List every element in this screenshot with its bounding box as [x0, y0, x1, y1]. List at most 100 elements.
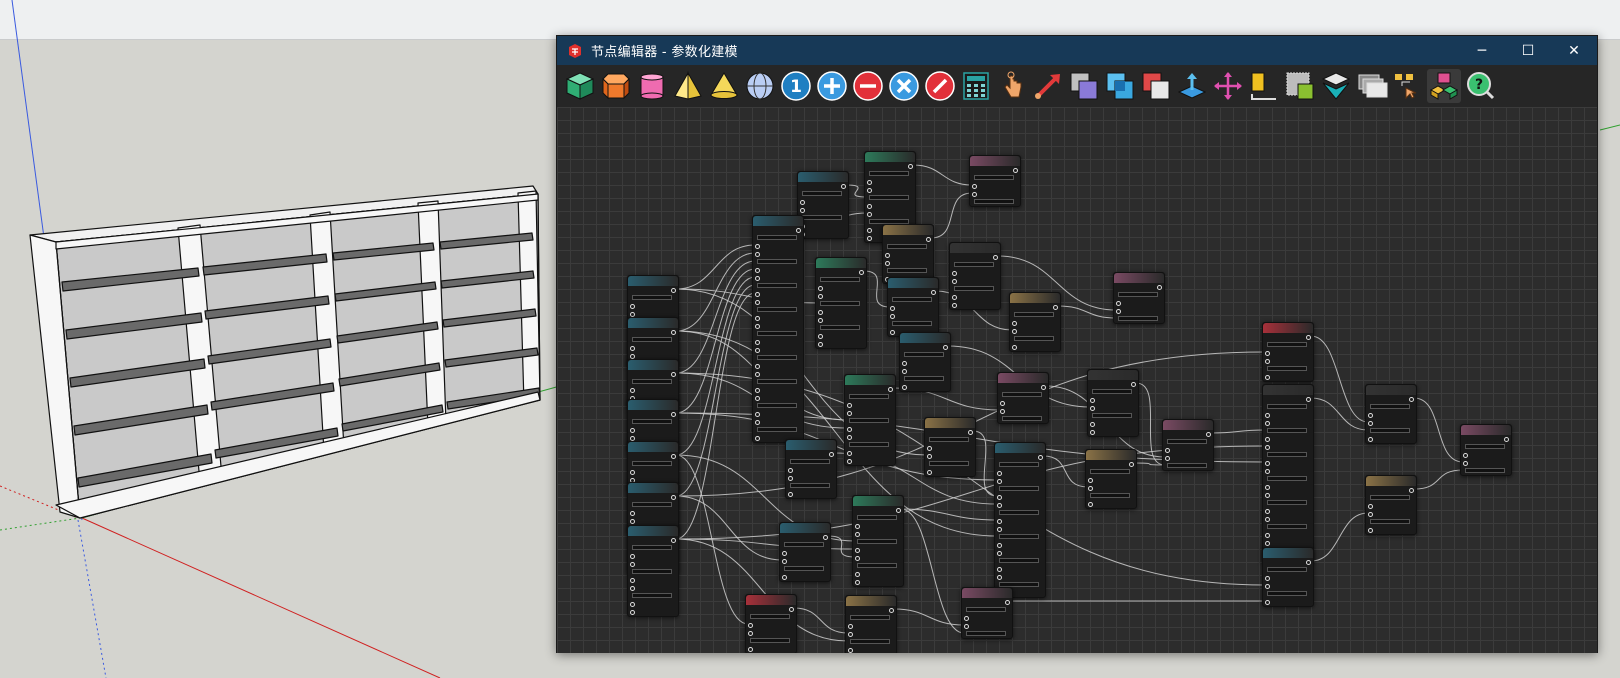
- graph-node-field[interactable]: [857, 539, 897, 544]
- input-pin[interactable]: [755, 411, 760, 417]
- graph-node-field[interactable]: [1267, 567, 1307, 572]
- input-pin[interactable]: [755, 435, 760, 441]
- graph-node[interactable]: [1085, 449, 1137, 509]
- graph-node[interactable]: [969, 155, 1021, 207]
- graph-node-field[interactable]: [974, 199, 1014, 204]
- graph-node-header[interactable]: [970, 156, 1020, 166]
- graph-node-field[interactable]: [757, 259, 797, 264]
- input-pin[interactable]: [847, 402, 852, 408]
- graph-node-field[interactable]: [820, 277, 860, 282]
- input-pin[interactable]: [927, 453, 932, 459]
- graph-node[interactable]: [1262, 547, 1314, 607]
- output-pin[interactable]: [671, 329, 676, 335]
- graph-node-field[interactable]: [757, 427, 797, 432]
- input-pin[interactable]: [1463, 460, 1468, 466]
- input-pin[interactable]: [1265, 516, 1270, 522]
- input-pin[interactable]: [748, 646, 753, 652]
- input-pin[interactable]: [630, 577, 635, 583]
- output-pin[interactable]: [1129, 461, 1134, 467]
- graph-node[interactable]: [797, 171, 849, 239]
- graph-node[interactable]: [961, 587, 1013, 639]
- input-pin[interactable]: [902, 384, 907, 390]
- graph-node-field[interactable]: [632, 569, 672, 574]
- graph-node-header[interactable]: [1366, 476, 1416, 486]
- graph-node-field[interactable]: [1014, 312, 1054, 317]
- align-tool[interactable]: [1247, 69, 1281, 103]
- graph-node-field[interactable]: [757, 403, 797, 408]
- output-pin[interactable]: [823, 534, 828, 540]
- graph-node[interactable]: [1365, 475, 1417, 535]
- cone-tool[interactable]: [707, 69, 741, 103]
- input-pin[interactable]: [855, 571, 860, 577]
- input-pin[interactable]: [855, 531, 860, 537]
- graph-node-field[interactable]: [887, 268, 927, 273]
- graph-node[interactable]: [924, 417, 976, 477]
- output-pin[interactable]: [1504, 436, 1509, 442]
- graph-node-field[interactable]: [632, 502, 672, 507]
- input-pin[interactable]: [847, 458, 852, 464]
- graph-node-header[interactable]: [628, 318, 678, 328]
- components-tool[interactable]: [1427, 69, 1461, 103]
- input-pin[interactable]: [1368, 527, 1373, 533]
- graph-node-header[interactable]: [925, 418, 975, 428]
- input-pin[interactable]: [1265, 420, 1270, 426]
- input-pin[interactable]: [1265, 583, 1270, 589]
- graph-node[interactable]: [899, 332, 951, 392]
- input-pin[interactable]: [1265, 492, 1270, 498]
- graph-node-header[interactable]: [900, 333, 950, 343]
- graph-node-field[interactable]: [999, 462, 1039, 467]
- input-pin[interactable]: [1012, 344, 1017, 350]
- graph-node-field[interactable]: [802, 215, 842, 220]
- output-pin[interactable]: [1038, 454, 1043, 460]
- graph-node-header[interactable]: [1086, 450, 1136, 460]
- input-pin[interactable]: [890, 329, 895, 335]
- graph-node-field[interactable]: [1002, 392, 1042, 397]
- graph-node-header[interactable]: [962, 588, 1012, 598]
- graph-node-field[interactable]: [1370, 519, 1410, 524]
- graph-node[interactable]: [1113, 272, 1165, 324]
- graph-node-field[interactable]: [1267, 524, 1307, 529]
- input-pin[interactable]: [755, 315, 760, 321]
- input-pin[interactable]: [782, 574, 787, 580]
- output-pin[interactable]: [896, 507, 901, 513]
- graph-node-field[interactable]: [999, 534, 1039, 539]
- input-pin[interactable]: [1090, 405, 1095, 411]
- input-pin[interactable]: [1368, 511, 1373, 517]
- graph-node-field[interactable]: [857, 515, 897, 520]
- input-pin[interactable]: [855, 555, 860, 561]
- graph-node-header[interactable]: [628, 442, 678, 452]
- graph-node-field[interactable]: [632, 545, 672, 550]
- input-pin[interactable]: [952, 278, 957, 284]
- graph-node-field[interactable]: [892, 297, 932, 302]
- input-pin[interactable]: [630, 387, 635, 393]
- output-pin[interactable]: [1041, 384, 1046, 390]
- graph-node[interactable]: [1162, 419, 1214, 471]
- graph-node-header[interactable]: [1114, 273, 1164, 283]
- graph-node[interactable]: [887, 277, 939, 337]
- input-pin[interactable]: [1265, 508, 1270, 514]
- node-graph-canvas[interactable]: [557, 107, 1597, 653]
- graph-node-header[interactable]: [753, 216, 803, 226]
- input-pin[interactable]: [1265, 532, 1270, 538]
- input-pin[interactable]: [1265, 575, 1270, 581]
- input-pin[interactable]: [1012, 320, 1017, 326]
- graph-node-field[interactable]: [790, 459, 830, 464]
- input-pin[interactable]: [1368, 436, 1373, 442]
- add-tool[interactable]: [815, 69, 849, 103]
- graph-node-header[interactable]: [883, 225, 933, 235]
- graph-node-field[interactable]: [929, 461, 969, 466]
- input-pin[interactable]: [755, 251, 760, 257]
- input-pin[interactable]: [1368, 420, 1373, 426]
- input-pin[interactable]: [748, 630, 753, 636]
- graph-node[interactable]: [627, 525, 679, 617]
- graph-node-field[interactable]: [820, 301, 860, 306]
- sphere-tool[interactable]: [743, 69, 777, 103]
- input-pin[interactable]: [630, 469, 635, 475]
- graph-node-field[interactable]: [1267, 591, 1307, 596]
- graph-node[interactable]: [1262, 322, 1314, 382]
- input-pin[interactable]: [972, 191, 977, 197]
- input-pin[interactable]: [1265, 358, 1270, 364]
- input-pin[interactable]: [848, 623, 853, 629]
- graph-node-field[interactable]: [750, 638, 790, 643]
- input-pin[interactable]: [964, 615, 969, 621]
